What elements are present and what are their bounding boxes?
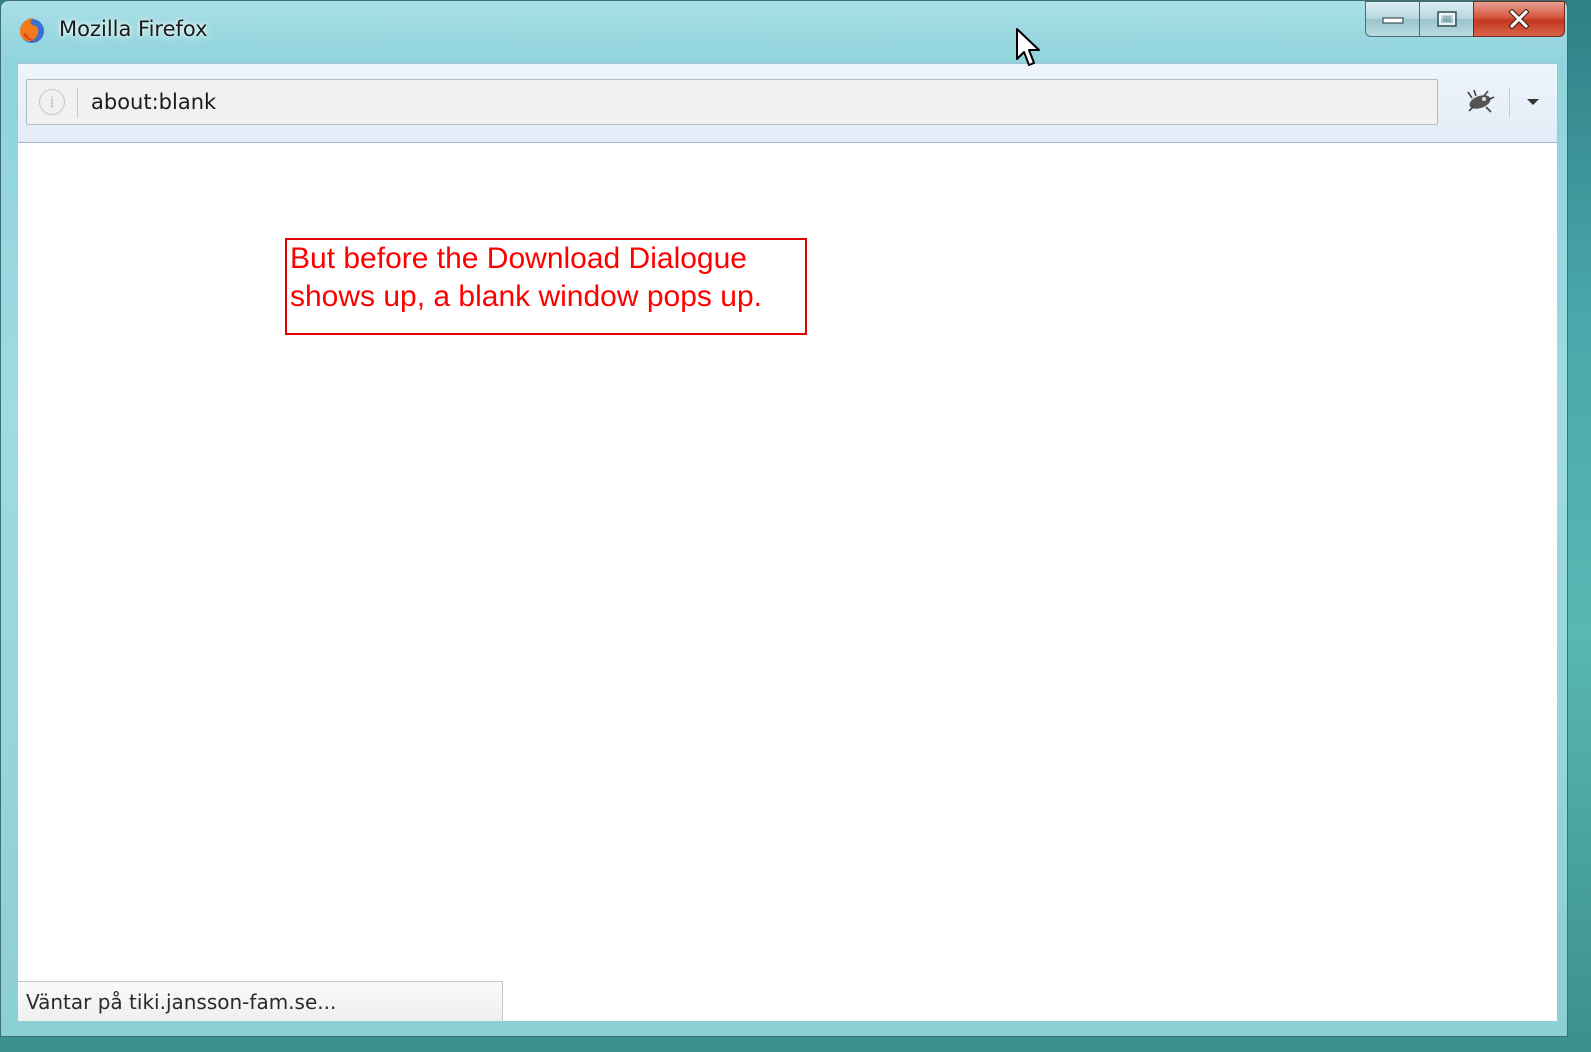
dropdown-arrow-icon[interactable]: [1522, 90, 1544, 112]
info-icon[interactable]: i: [39, 89, 65, 115]
title-bar[interactable]: Mozilla Firefox: [1, 1, 1567, 59]
maximize-icon: [1436, 11, 1457, 27]
url-bar-separator: [77, 88, 78, 118]
firefox-window: Mozilla Firefox i about:blank But before…: [0, 0, 1568, 1037]
annotation-box: But before the Download Dialogue shows u…: [285, 238, 807, 335]
status-text: Väntar på tiki.jansson-fam.se...: [26, 990, 337, 1014]
url-text[interactable]: about:blank: [91, 90, 216, 114]
extension-icon[interactable]: [1462, 86, 1498, 116]
mouse-cursor-icon: [1016, 28, 1040, 66]
status-bar: Väntar på tiki.jansson-fam.se...: [18, 981, 503, 1021]
toolbar-separator: [1509, 88, 1510, 118]
url-bar[interactable]: i about:blank: [26, 79, 1438, 125]
firefox-icon: [20, 18, 44, 43]
navigation-toolbar: i about:blank: [17, 63, 1558, 143]
annotation-line-2: shows up, a blank window pops up.: [290, 280, 762, 313]
minimize-button[interactable]: [1365, 1, 1419, 37]
maximize-button[interactable]: [1419, 1, 1473, 37]
caption-buttons: [1365, 1, 1565, 39]
annotation-line-1: But before the Download Dialogue: [290, 242, 747, 275]
close-icon: [1508, 9, 1530, 29]
minimize-icon: [1381, 17, 1404, 24]
close-button[interactable]: [1473, 1, 1565, 37]
window-title: Mozilla Firefox: [59, 17, 208, 41]
page-content: But before the Download Dialogue shows u…: [18, 143, 1557, 1021]
